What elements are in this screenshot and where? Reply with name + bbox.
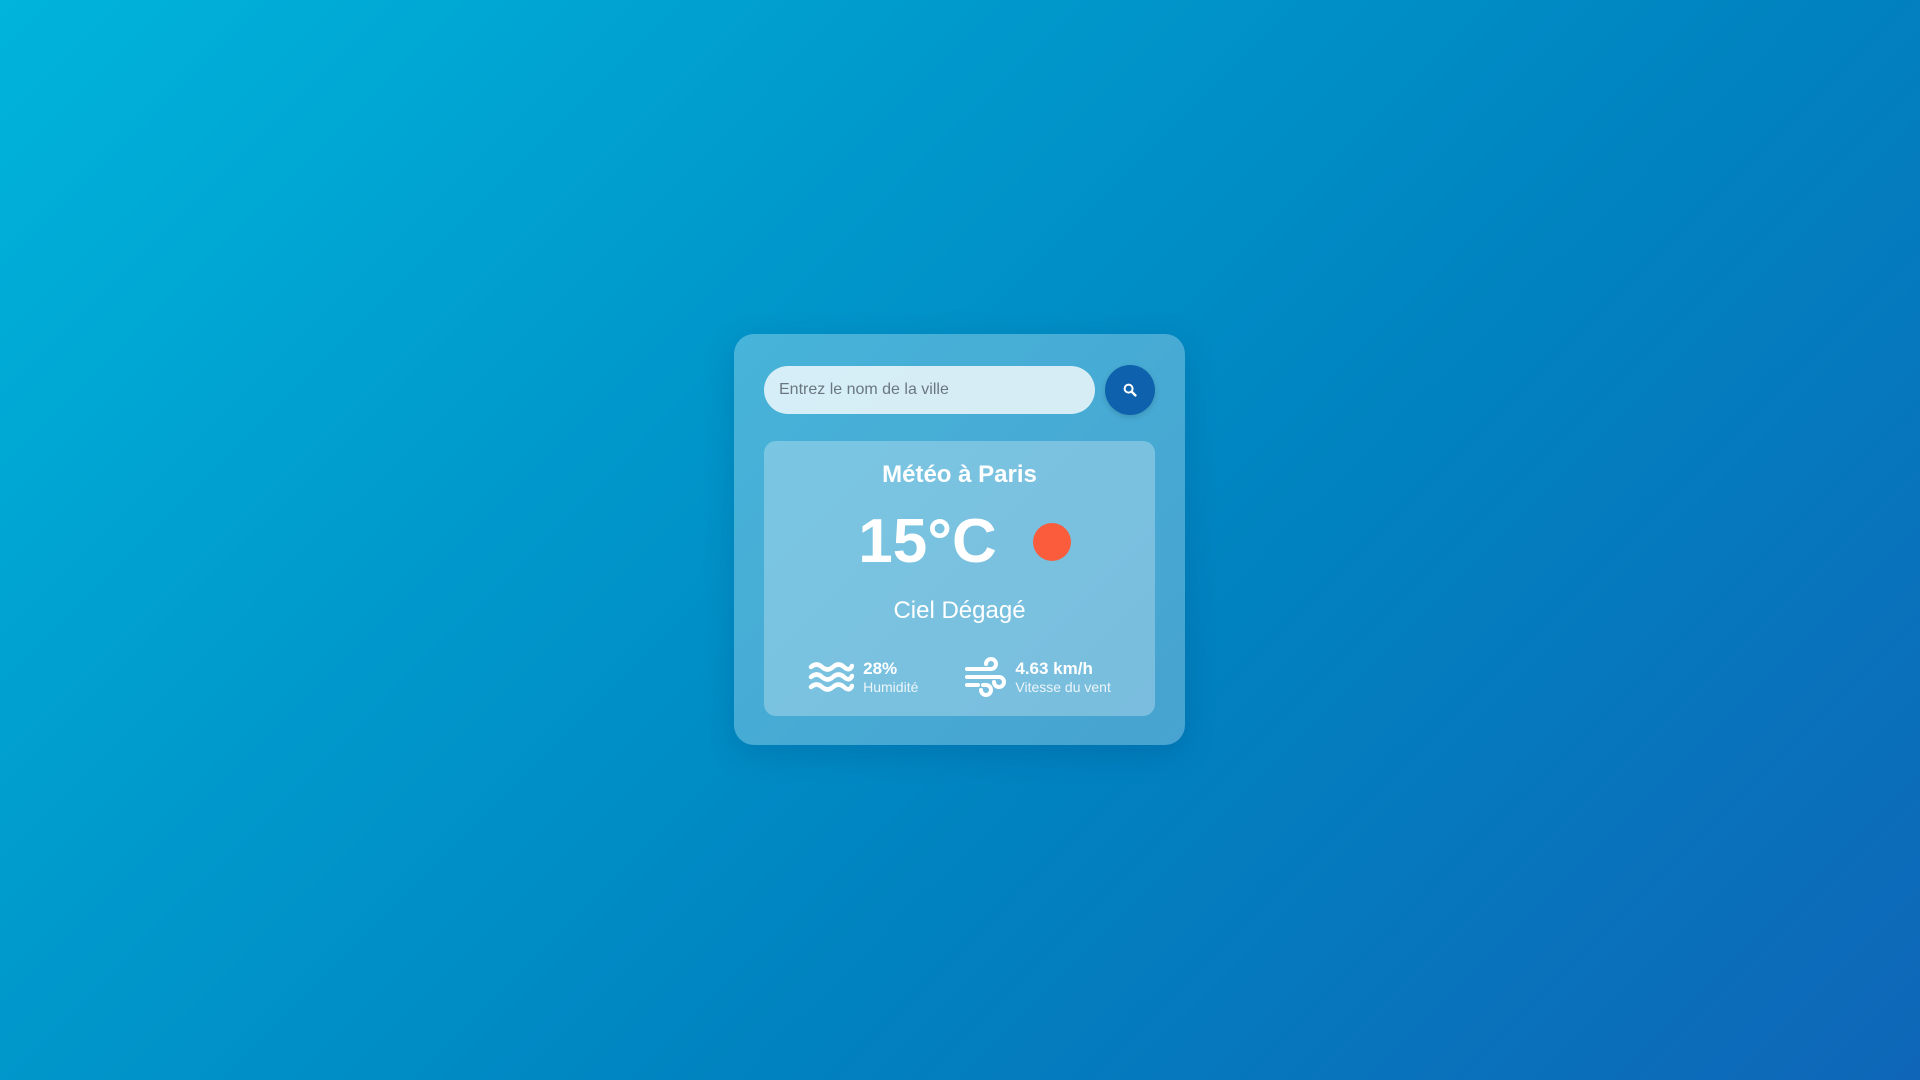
wind-icon	[964, 656, 1007, 698]
search-button[interactable]	[1105, 365, 1155, 415]
sun-dot-icon	[1032, 523, 1071, 561]
weather-description: Ciel Dégagé	[893, 597, 1026, 624]
search-icon	[1123, 383, 1137, 397]
water-waves-icon	[808, 661, 855, 693]
wind-label: Vitesse du vent	[1015, 679, 1111, 695]
search-bar	[764, 365, 1155, 415]
weather-panel: Météo à Paris 15°C Ciel Dégagé 28% Humid…	[764, 441, 1155, 716]
weather-card: Météo à Paris 15°C Ciel Dégagé 28% Humid…	[734, 334, 1185, 745]
weather-details: 28% Humidité 4.63 km/h Vitesse du vent	[764, 656, 1155, 698]
temperature-row: 15°C	[764, 509, 1155, 575]
humidity-value: 28%	[863, 659, 898, 678]
wind-value: 4.63 km/h	[1015, 659, 1093, 678]
humidity-text: 28% Humidité	[863, 659, 918, 695]
city-title: Météo à Paris	[882, 461, 1037, 488]
wind-text: 4.63 km/h Vitesse du vent	[1015, 659, 1110, 695]
humidity-detail: 28% Humidité	[808, 656, 918, 698]
city-search-input[interactable]	[764, 366, 1095, 414]
wind-detail: 4.63 km/h Vitesse du vent	[964, 656, 1111, 698]
temperature-value: 15°C	[858, 507, 997, 576]
humidity-label: Humidité	[863, 679, 919, 695]
